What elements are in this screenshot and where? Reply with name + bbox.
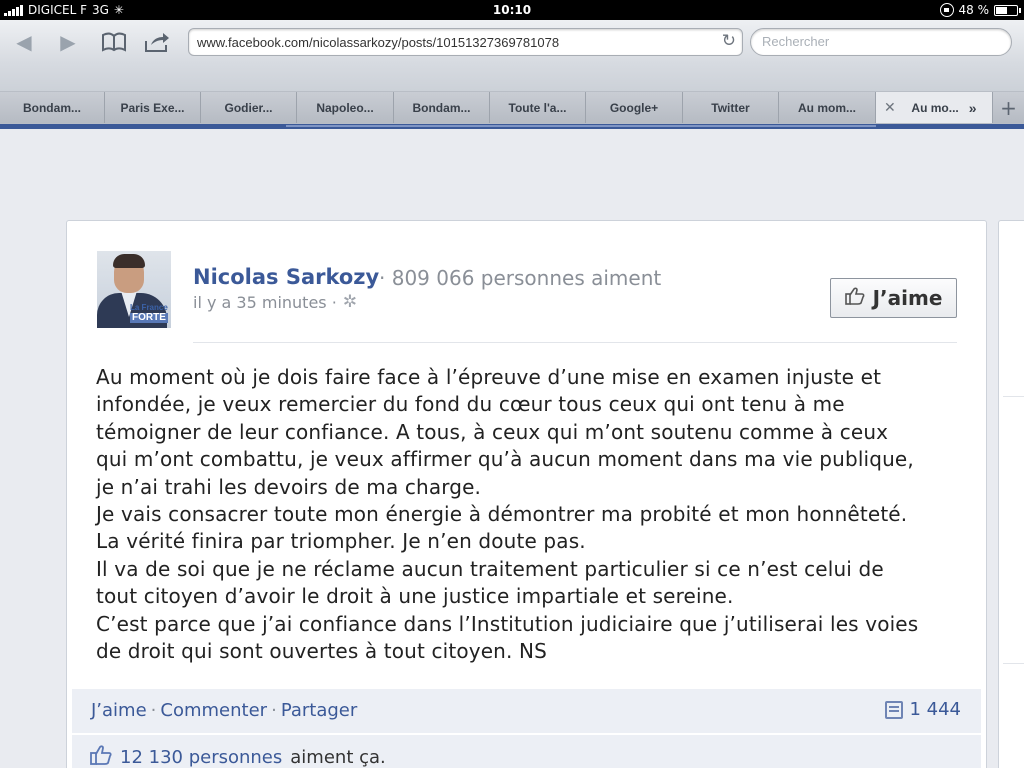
book-icon[interactable] [100, 28, 128, 56]
avatar[interactable]: La France FORTE [97, 251, 171, 328]
battery-percent: 48 % [958, 3, 990, 17]
like-link[interactable]: J’aime [91, 700, 147, 721]
close-tab-icon[interactable]: ✕ [884, 99, 896, 116]
tab-8[interactable]: Twitter [683, 92, 779, 123]
tab-6[interactable]: Toute l'a... [490, 92, 586, 123]
page-content: La France FORTE Nicolas Sarkozy · 809 06… [0, 129, 1024, 768]
comment-count[interactable]: 1 444 [885, 699, 961, 720]
clock: 10:10 [492, 3, 532, 17]
post-line: C’est parce que j’ai confiance dans l’In… [96, 611, 919, 636]
post-message: Au moment où je dois faire face à l’épre… [96, 364, 966, 665]
tab-label: Google+ [609, 100, 659, 115]
tab-label: Bondam... [22, 100, 81, 115]
like-button-label: J’aime [872, 286, 943, 310]
tab-bar: Bondam... Paris Exe... Godier... Napoleo… [0, 92, 1024, 124]
back-arrow-icon[interactable]: ◀ [10, 28, 38, 56]
post-line: de droit qui sont ouvertes à tout citoye… [96, 639, 547, 664]
post-line: La vérité finira par triompher. Je n’en … [96, 529, 586, 554]
action-links: J’aime · Commenter · Partager [91, 700, 357, 721]
avatar-logo: La France FORTE [130, 303, 168, 323]
status-bar: DIGICEL F 3G ✳ 10:10 48 % [0, 0, 1024, 20]
post-line: qui m’ont combattu, je veux affirmer qu’… [96, 447, 914, 472]
page-likes-count: · 809 066 personnes aiment [379, 266, 662, 290]
author-name[interactable]: Nicolas Sarkozy [193, 265, 379, 289]
separator-dot: · [271, 700, 277, 721]
search-field[interactable] [750, 28, 1012, 56]
tab-4[interactable]: Napoleo... [297, 92, 394, 123]
tab-label: Toute l'a... [508, 100, 567, 115]
comment-icon [885, 700, 904, 719]
thumbs-up-icon [90, 745, 112, 768]
post-card: La France FORTE Nicolas Sarkozy · 809 06… [66, 220, 987, 768]
rotation-lock-icon [939, 3, 954, 17]
share-icon[interactable] [143, 28, 171, 56]
forward-arrow-icon[interactable]: ▶ [54, 28, 82, 56]
search-input[interactable] [762, 34, 1002, 49]
post-actions-bar: J’aime · Commenter · Partager 1 444 [72, 689, 981, 733]
tab-3[interactable]: Godier... [201, 92, 297, 123]
plus-icon[interactable]: + [993, 92, 1024, 123]
sidebar-card [998, 220, 1024, 768]
gear-icon[interactable]: ✲ [343, 292, 357, 312]
post-line: je n’ai trahi les devoirs de ma charge. [96, 474, 482, 499]
status-right: 48 % [939, 3, 1021, 17]
likes-count-link[interactable]: 12 130 personnes [120, 747, 282, 768]
likes-summary-text: aiment ça. [290, 747, 386, 768]
post-timestamp: il y a 35 minutes · ✲ [193, 292, 357, 312]
avatar-logo-line2: FORTE [130, 312, 168, 323]
post-line: Il va de soi que je ne réclame aucun tra… [96, 556, 884, 581]
header-divider [193, 342, 957, 343]
tab-active[interactable]: ✕ Au mo... » [876, 92, 993, 123]
post-line: témoigner de leur confiance. A tous, à c… [96, 419, 889, 444]
url-text: www.facebook.com/nicolassarkozy/posts/10… [197, 35, 560, 50]
tab-label: Au mom... [797, 100, 856, 115]
tab-label: Paris Exe... [120, 100, 185, 115]
post-line: infondée, je veux remercier du fond du c… [96, 392, 845, 417]
bookmarks-bar [0, 64, 1024, 92]
timestamp-text[interactable]: il y a 35 minutes · [193, 293, 337, 312]
thumbs-up-icon [844, 286, 865, 310]
tab-2[interactable]: Paris Exe... [105, 92, 201, 123]
like-page-button[interactable]: J’aime [830, 278, 957, 318]
comment-count-text: 1 444 [909, 699, 961, 720]
battery-icon [994, 4, 1021, 16]
tab-label: Godier... [224, 100, 273, 115]
share-link[interactable]: Partager [281, 700, 357, 721]
tab-label: Bondam... [412, 100, 471, 115]
tab-label: Napoleo... [316, 100, 374, 115]
browser-toolbar: ◀ ▶ www.facebook.com/nicolassarkozy/post… [0, 20, 1024, 64]
comment-link[interactable]: Commenter [160, 700, 267, 721]
tab-7[interactable]: Google+ [586, 92, 683, 123]
tab-label: Twitter [711, 100, 750, 115]
likes-summary: 12 130 personnes aiment ça. [72, 735, 981, 768]
post-line: Je vais consacrer toute mon énergie à dé… [96, 502, 908, 527]
post-line: tout citoyen d’avoir le droit à une just… [96, 584, 734, 609]
more-tabs-icon[interactable]: » [969, 100, 977, 116]
reload-icon[interactable]: ↻ [722, 31, 736, 51]
avatar-logo-line1: La France [130, 303, 168, 312]
tab-5[interactable]: Bondam... [394, 92, 490, 123]
tab-label: Au mo... [911, 100, 959, 115]
tab-9[interactable]: Au mom... [779, 92, 876, 123]
post-line: Au moment où je dois faire face à l’épre… [96, 365, 882, 389]
address-bar[interactable]: www.facebook.com/nicolassarkozy/posts/10… [188, 28, 743, 56]
separator-dot: · [150, 700, 157, 721]
tab-1[interactable]: Bondam... [0, 92, 105, 123]
